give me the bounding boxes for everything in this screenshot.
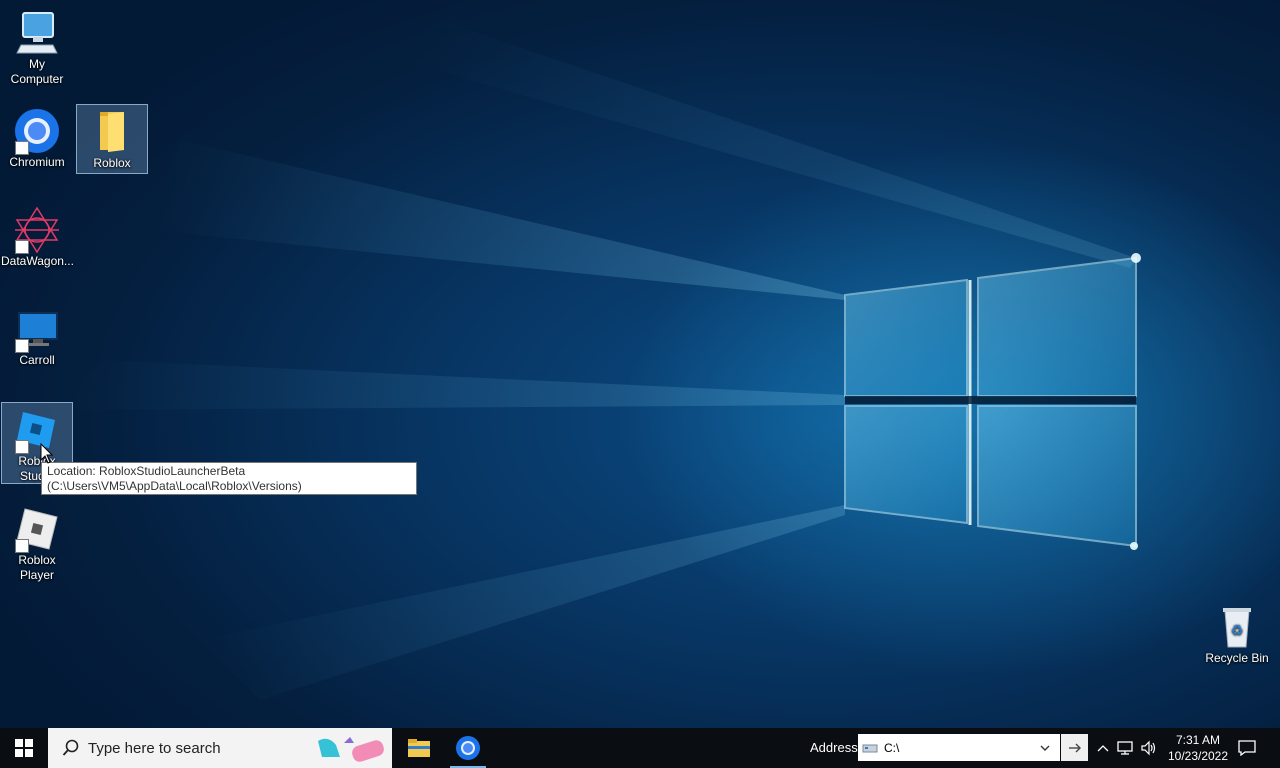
desktop-icon-label: My Computer (10, 57, 64, 86)
computer-icon (13, 9, 61, 57)
address-value: C:\ (884, 740, 900, 755)
desktop-icon-label: Roblox Player (18, 553, 56, 582)
shortcut-arrow-icon (15, 240, 29, 254)
desktop-icon-label: Carroll (19, 353, 55, 367)
svg-text:♻: ♻ (1231, 623, 1244, 639)
shortcut-arrow-icon (15, 539, 29, 553)
desktop-icon-roblox-folder[interactable]: Roblox (76, 104, 148, 174)
chromium-icon (13, 107, 61, 155)
clock-time: 7:31 AM (1175, 733, 1221, 747)
desktop-icon-label: DataWagon... (1, 254, 74, 268)
desktop-icon-label: Chromium (9, 155, 65, 169)
address-go-button[interactable] (1061, 734, 1088, 761)
taskbar-chromium[interactable] (446, 728, 490, 768)
taskbar: Type here to search Address C:\ 7:31 AM … (0, 728, 1280, 768)
volume-button[interactable] (1138, 728, 1160, 768)
desktop-icon-label: Roblox (93, 156, 131, 170)
chromium-icon (456, 736, 480, 760)
desktop-icon-carroll[interactable]: Carroll (1, 302, 73, 372)
folder-icon (88, 108, 136, 156)
shortcut-arrow-icon (15, 339, 29, 353)
address-input[interactable]: C:\ (858, 734, 1060, 761)
desktop-icon-label: Recycle Bin (1205, 651, 1269, 665)
windows-wallpaper (60, 20, 1141, 700)
mouse-cursor-icon (40, 443, 54, 464)
chevron-up-icon (1097, 745, 1109, 752)
speaker-icon (1141, 740, 1156, 756)
address-toolbar-label: Address (810, 740, 858, 755)
chevron-down-icon[interactable] (1038, 741, 1052, 755)
desktop-icon-roblox-player[interactable]: Roblox Player (1, 502, 73, 586)
show-hidden-icons-button[interactable] (1094, 728, 1112, 768)
network-icon (1117, 741, 1133, 755)
search-icon (62, 739, 79, 756)
shortcut-arrow-icon (15, 141, 29, 155)
desktop-icon-recycle-bin[interactable]: ♻ Recycle Bin (1200, 600, 1274, 670)
windows-logo-icon (15, 739, 33, 757)
shortcut-arrow-icon (15, 440, 29, 454)
notification-icon (1238, 740, 1256, 756)
desktop-icon-datawagon[interactable]: DataWagon... (1, 203, 74, 273)
desktop-icon-chromium[interactable]: Chromium (1, 104, 73, 174)
icon-tooltip: Location: RobloxStudioLauncherBeta (C:\U… (41, 462, 417, 495)
search-box[interactable]: Type here to search (48, 728, 392, 768)
roblox-player-icon (13, 505, 61, 553)
taskbar-file-explorer[interactable] (398, 728, 440, 768)
desktop[interactable]: My Computer Chromium Roblox DataWagon...… (0, 0, 1280, 728)
desktop-icon-my-computer[interactable]: My Computer (1, 6, 73, 90)
datawagon-icon (13, 206, 61, 254)
arrow-right-icon (1068, 743, 1081, 752)
monitor-icon (13, 305, 61, 353)
action-center-button[interactable] (1232, 728, 1262, 768)
recycle-bin-icon: ♻ (1213, 603, 1261, 651)
search-highlight-illustration-icon (318, 737, 384, 762)
file-explorer-icon (408, 739, 430, 757)
clock-date: 10/23/2022 (1167, 749, 1229, 763)
drive-icon (862, 744, 878, 752)
network-button[interactable] (1116, 728, 1136, 768)
system-clock[interactable]: 7:31 AM 10/23/2022 (1160, 728, 1236, 768)
search-placeholder: Type here to search (88, 739, 221, 757)
start-button[interactable] (0, 728, 48, 768)
